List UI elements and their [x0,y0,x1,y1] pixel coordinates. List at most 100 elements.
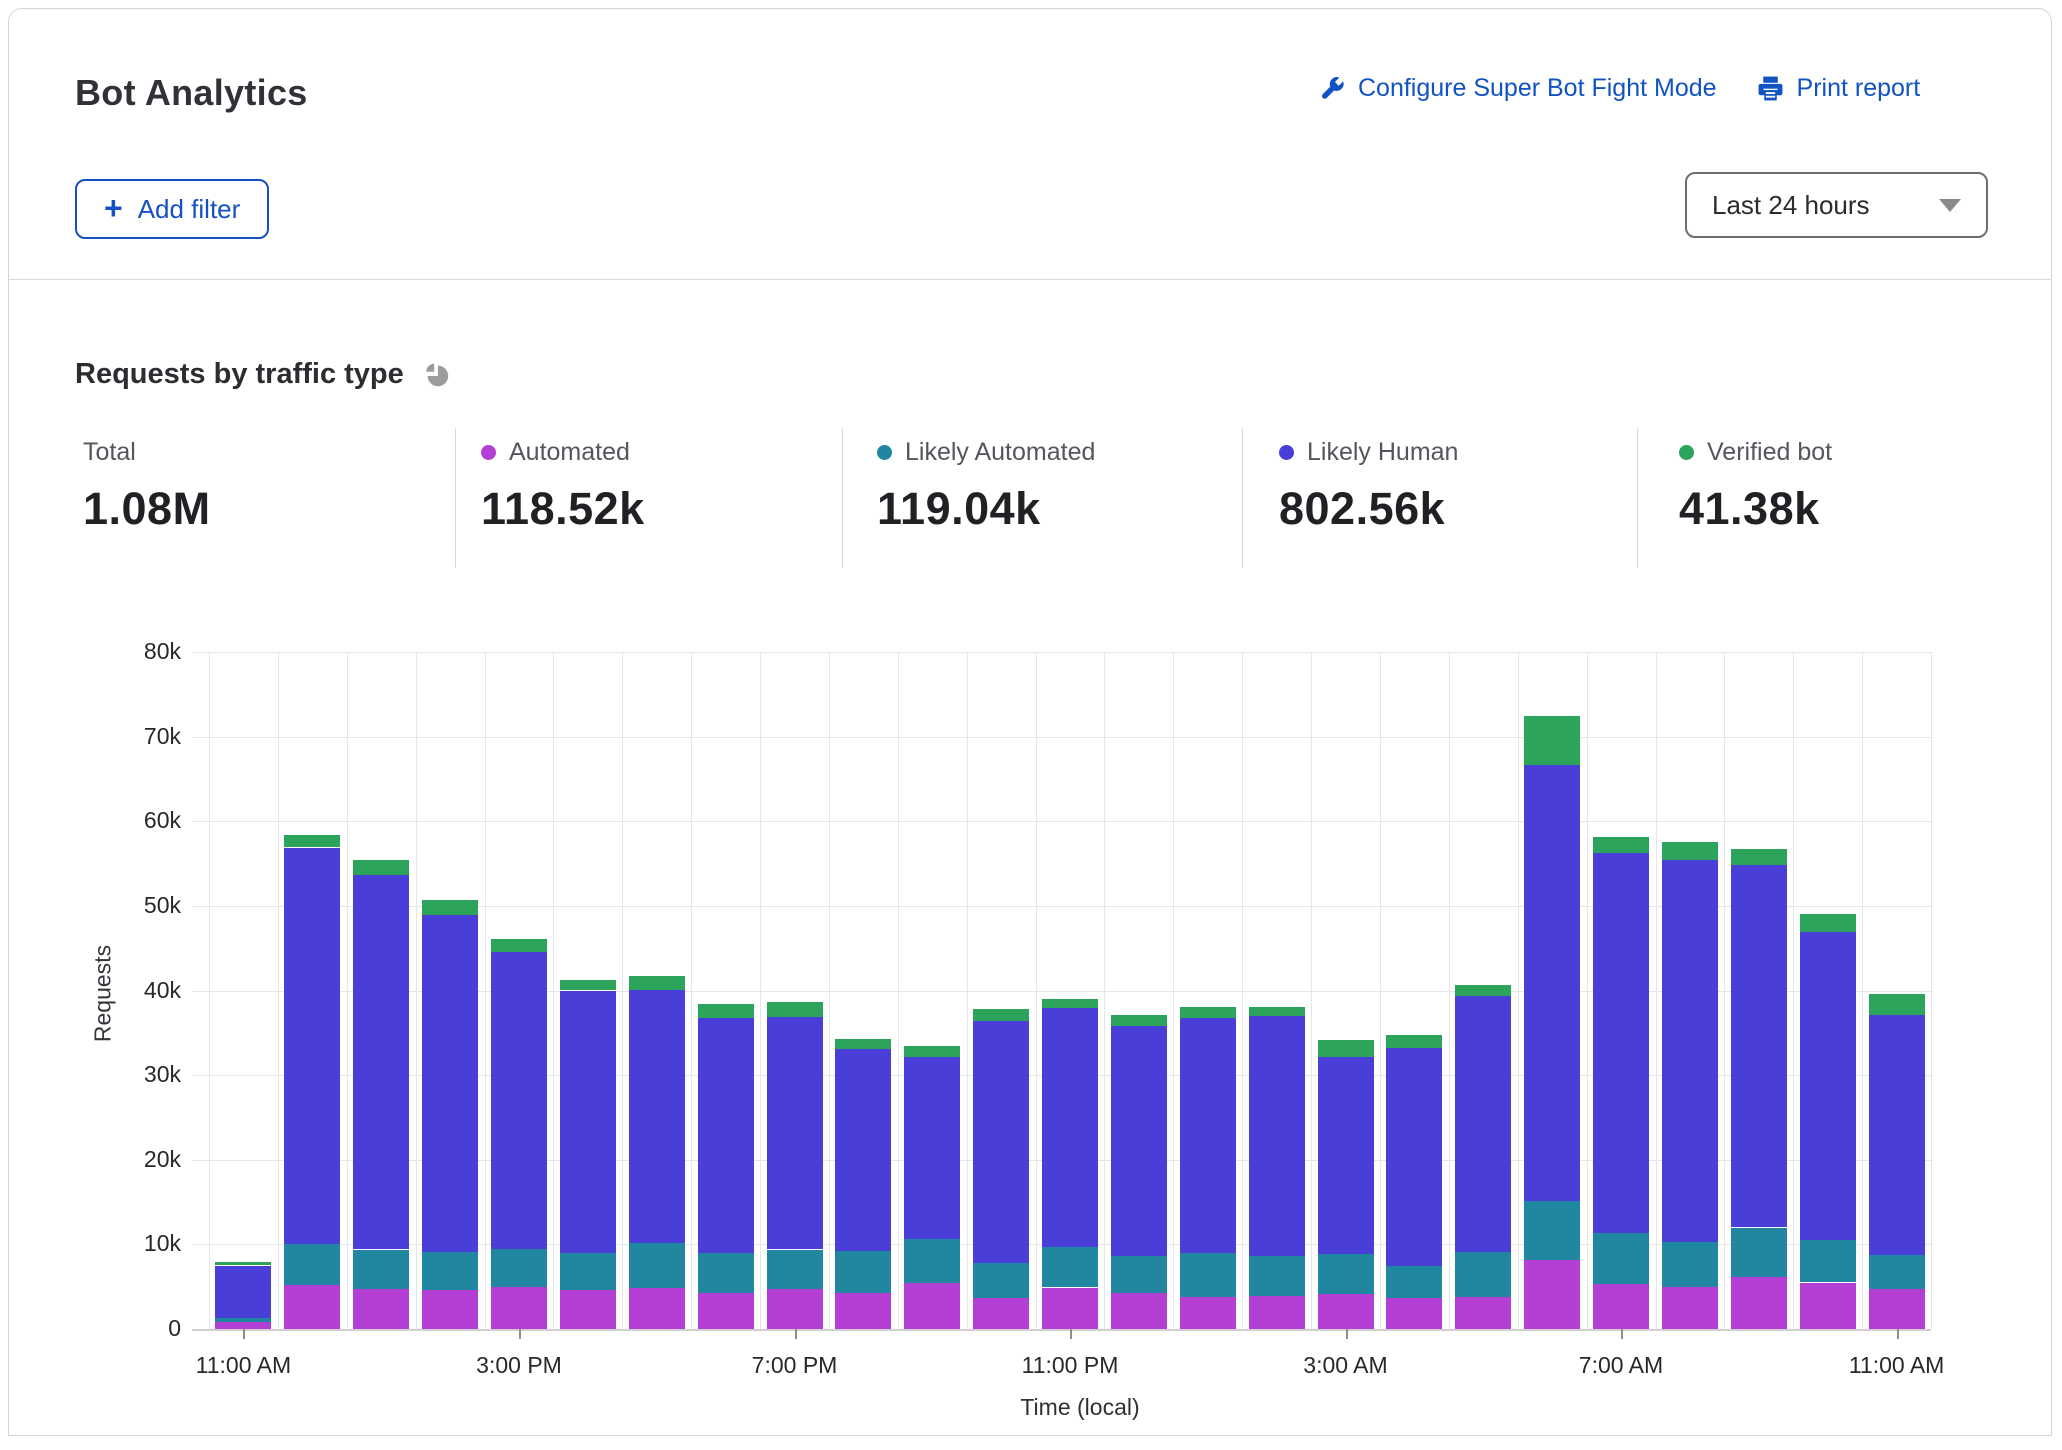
x-gridline [1104,652,1106,1329]
x-gridline [1242,652,1244,1329]
x-tick [1345,1329,1348,1339]
x-gridline [209,652,210,1329]
bar-segment-verified-bot [766,1001,823,1017]
bar-segment-likely-automated [1179,1252,1236,1297]
bar-segment-likely-automated [215,1318,272,1323]
bar-segment-likely-human [422,915,479,1252]
bar-segment-likely-automated [1455,1252,1512,1297]
bar-segment-likely-automated [1524,1201,1581,1260]
x-gridline [1380,652,1381,1329]
bar-segment-verified-bot [835,1038,892,1049]
bar-segment-verified-bot [422,899,479,916]
bar-segment-automated [559,1290,616,1329]
bar-segment-likely-automated [353,1249,410,1290]
x-gridline [828,652,830,1329]
x-gridline [1035,652,1037,1329]
x-gridline [760,652,761,1329]
x-gridline [277,652,279,1329]
x-tick-label: 3:00 PM [476,1352,562,1378]
bar-segment-automated [1868,1289,1925,1329]
bar-segment-likely-automated [1248,1256,1305,1296]
bar-segment-verified-bot [1386,1034,1443,1048]
x-gridline [691,652,693,1329]
bar-segment-verified-bot [1593,837,1649,854]
bar-segment-verified-bot [1042,999,1098,1008]
bar-segment-likely-automated [491,1248,547,1287]
x-axis-title: Time (local) [1020,1394,1140,1420]
x-gridline [1862,652,1864,1329]
bar-segment-likely-human [835,1048,892,1252]
bar-segment-likely-automated [766,1249,823,1290]
x-gridline [897,652,899,1329]
bar-segment-automated [1110,1292,1167,1329]
bar-segment-verified-bot [353,860,410,876]
bar-segment-verified-bot [1799,914,1856,933]
bar-segment-likely-human [1524,765,1581,1202]
bar-segment-verified-bot [1179,1006,1236,1019]
bar-segment-likely-human [766,1016,823,1250]
x-gridline [1586,652,1588,1329]
x-tick [1896,1329,1899,1339]
x-gridline [1517,652,1519,1329]
bar-segment-likely-human [1868,1015,1925,1255]
bar-segment-likely-automated [284,1244,341,1285]
bar-segment-automated [353,1289,410,1329]
bar-segment-likely-human [1661,860,1718,1242]
bar-segment-likely-automated [422,1252,479,1291]
bar-segment-verified-bot [1110,1015,1167,1026]
bar-segment-automated [284,1285,341,1329]
bar-segment-likely-automated [1799,1240,1856,1283]
bar-segment-automated [697,1292,754,1329]
bar-segment-verified-bot [904,1046,961,1057]
y-gridline [192,736,1931,738]
bar-segment-likely-human [353,875,410,1250]
x-gridline [1448,652,1450,1329]
bar-segment-verified-bot [491,938,547,952]
bar-segment-likely-human [1455,995,1512,1252]
y-tick-label: 80k [143,638,181,664]
bar-segment-likely-human [904,1056,961,1240]
bar-segment-automated [1179,1296,1236,1329]
x-tick-label: 11:00 AM [195,1352,292,1378]
bar-segment-likely-human [973,1021,1030,1263]
bar-segment-automated [1593,1284,1649,1329]
y-tick-label: 0 [168,1315,181,1341]
bar-segment-likely-automated [628,1242,685,1288]
bar-segment-likely-human [1042,1007,1098,1247]
x-tick-label: 7:00 PM [751,1352,838,1378]
bar-segment-automated [1317,1294,1374,1329]
bar-segment-likely-automated [697,1252,754,1293]
x-tick-label: 11:00 PM [1021,1352,1119,1378]
bar-segment-verified-bot [1455,984,1512,996]
bar-segment-likely-automated [559,1252,616,1290]
bar-segment-verified-bot [215,1262,272,1266]
bar-segment-likely-human [1110,1026,1167,1257]
bar-segment-automated [973,1297,1030,1329]
y-tick-label: 60k [143,807,181,834]
bar-segment-likely-automated [1868,1254,1925,1290]
bar-segment-automated [904,1283,961,1329]
bar-segment-likely-automated [973,1263,1030,1298]
bar-segment-verified-bot [1317,1040,1374,1058]
x-tick [794,1329,797,1339]
x-gridline [484,652,486,1329]
x-gridline [415,652,417,1329]
bar-segment-automated [1455,1296,1512,1329]
bar-segment-likely-automated [1110,1256,1167,1293]
bar-segment-likely-human [1248,1015,1305,1257]
bar-segment-automated [422,1290,479,1329]
bar-segment-automated [1730,1277,1787,1329]
bar-segment-automated [835,1292,892,1329]
bar-segment-likely-human [1730,865,1787,1228]
x-tick-label: 11:00 AM [1848,1352,1945,1378]
x-gridline [1793,652,1795,1329]
bar-segment-likely-automated [1661,1241,1718,1287]
bar-segment-verified-bot [284,834,341,848]
x-gridline [1655,652,1657,1329]
bar-segment-automated [628,1287,685,1329]
x-gridline [1311,652,1313,1329]
x-tick-label: 7:00 AM [1578,1352,1664,1378]
bar-segment-likely-automated [904,1239,961,1284]
bar-segment-verified-bot [1524,716,1581,766]
y-tick-label: 40k [143,976,181,1003]
